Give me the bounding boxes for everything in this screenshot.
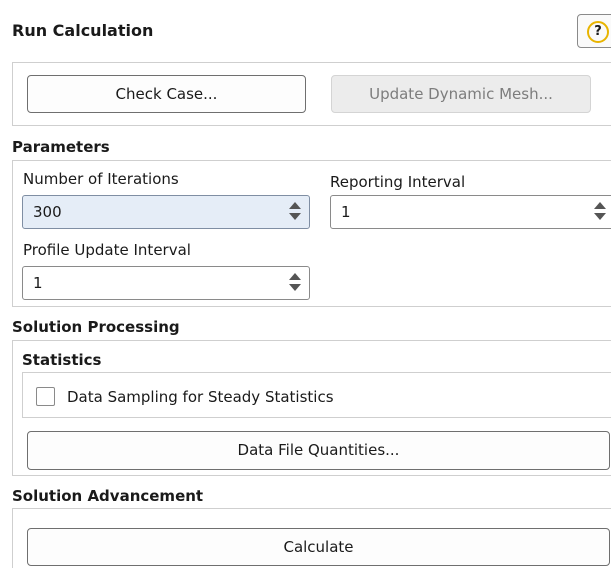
iterations-label: Number of Iterations [23, 170, 179, 188]
chevron-down-icon[interactable] [594, 213, 606, 220]
question-mark-icon: ? [587, 21, 609, 43]
reporting-interval-label: Reporting Interval [330, 173, 466, 191]
iterations-spin-arrows[interactable] [289, 202, 301, 222]
solution-processing-section-title: Solution Processing [12, 318, 180, 336]
data-file-quantities-button[interactable]: Data File Quantities... [27, 431, 610, 470]
parameters-section-title: Parameters [12, 138, 110, 156]
run-calculation-panel: Run Calculation ? Check Case... Update D… [0, 0, 611, 568]
profile-update-interval-stepper[interactable]: 1 [22, 266, 310, 300]
chevron-up-icon[interactable] [289, 273, 301, 280]
iterations-value: 300 [33, 203, 62, 221]
chevron-up-icon[interactable] [594, 202, 606, 209]
data-sampling-checkbox[interactable] [36, 387, 55, 406]
check-case-button[interactable]: Check Case... [27, 75, 306, 113]
profile-update-interval-value: 1 [33, 274, 43, 292]
chevron-up-icon[interactable] [289, 202, 301, 209]
reporting-interval-stepper[interactable]: 1 [330, 195, 611, 229]
iterations-stepper[interactable]: 300 [22, 195, 310, 229]
reporting-interval-value: 1 [341, 203, 351, 221]
chevron-down-icon[interactable] [289, 284, 301, 291]
calculate-button[interactable]: Calculate [27, 528, 610, 566]
statistics-section-title: Statistics [22, 351, 102, 369]
solution-advancement-section-title: Solution Advancement [12, 487, 204, 505]
panel-title: Run Calculation [12, 21, 154, 40]
profile-update-interval-label: Profile Update Interval [23, 241, 191, 259]
data-sampling-label[interactable]: Data Sampling for Steady Statistics [67, 387, 334, 407]
update-dynamic-mesh-button: Update Dynamic Mesh... [331, 75, 591, 113]
help-button[interactable]: ? [577, 14, 611, 48]
chevron-down-icon[interactable] [289, 213, 301, 220]
reporting-spin-arrows[interactable] [594, 202, 606, 222]
profile-spin-arrows[interactable] [289, 273, 301, 293]
